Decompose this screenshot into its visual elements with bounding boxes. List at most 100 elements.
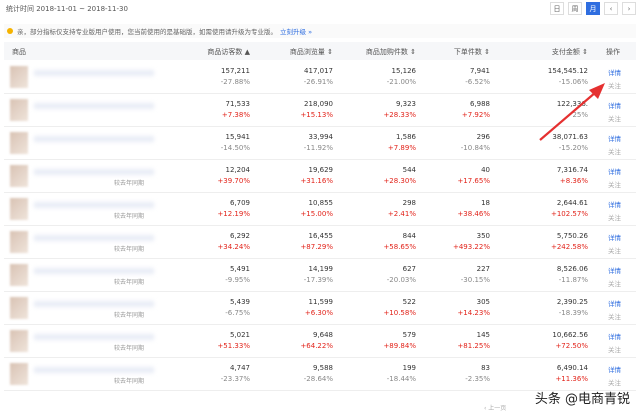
- metric-change: +87.29%: [300, 243, 333, 251]
- metric-value: 33,994: [308, 133, 334, 141]
- detail-link[interactable]: 详情: [608, 166, 621, 176]
- follow-link[interactable]: 关注: [608, 146, 621, 156]
- metric-value: 145: [476, 331, 490, 339]
- detail-link[interactable]: 详情: [608, 265, 621, 275]
- detail-link[interactable]: 详情: [608, 199, 621, 209]
- tab-week[interactable]: 周: [568, 2, 582, 15]
- product-name-blurred: [34, 301, 154, 307]
- detail-link[interactable]: 详情: [608, 298, 621, 308]
- prev-page-button[interactable]: ‹ 上一页: [484, 403, 506, 412]
- table-header: 商品 商品访客数 ▲ 商品浏览量 ⇕ 商品加购件数 ⇕ 下单件数 ⇕ 支付金额 ⇕ 操作: [4, 42, 636, 60]
- product-thumbnail[interactable]: [10, 363, 28, 385]
- metric-change: -23.37%: [220, 375, 250, 383]
- product-thumbnail[interactable]: [10, 264, 28, 286]
- info-icon: [7, 28, 13, 34]
- detail-link[interactable]: 详情: [608, 133, 621, 143]
- metric-cell: 122,336. 25%: [557, 100, 588, 119]
- follow-link[interactable]: 关注: [608, 212, 621, 222]
- product-name-blurred: [34, 367, 154, 373]
- follow-link[interactable]: 关注: [608, 179, 621, 189]
- product-thumbnail[interactable]: [10, 165, 28, 187]
- detail-link[interactable]: 详情: [608, 364, 621, 374]
- compare-label: 较去年同期: [114, 279, 145, 286]
- table-row: 157,211 -27.88% 417,017 -26.91% 15,126 -21.00…: [4, 61, 636, 94]
- metric-change: +11.36%: [555, 375, 588, 383]
- metric-change: -2.35%: [465, 375, 490, 383]
- metric-value: 154,545.12: [547, 67, 588, 75]
- compare-label: 较去年同期: [114, 180, 145, 187]
- row-actions: 详情 关注: [608, 100, 621, 123]
- next-button[interactable]: ›: [622, 2, 636, 15]
- product-thumbnail[interactable]: [10, 99, 28, 121]
- detail-link[interactable]: 详情: [608, 232, 621, 242]
- metric-change: -28.64%: [303, 375, 333, 383]
- upgrade-link[interactable]: 立刻升级 »: [280, 26, 312, 36]
- follow-link[interactable]: 关注: [608, 311, 621, 321]
- product-thumbnail[interactable]: [10, 198, 28, 220]
- column-header[interactable]: 支付金额 ⇕: [552, 47, 588, 57]
- metric-value: 579: [402, 331, 416, 339]
- metric-change: +6.30%: [304, 309, 333, 317]
- metric-value: 10,662.56: [552, 331, 588, 339]
- metric-change: -14.50%: [220, 144, 250, 152]
- row-actions: 详情 关注: [608, 232, 621, 255]
- product-thumbnail[interactable]: [10, 297, 28, 319]
- product-name-blurred: [34, 334, 154, 340]
- metric-cell: 8,526.06 -11.87%: [557, 265, 588, 284]
- metric-cell: 15,126 -21.00%: [387, 67, 416, 86]
- product-thumbnail[interactable]: [10, 330, 28, 352]
- metric-value: 2,390.25: [556, 298, 588, 306]
- row-actions: 详情 关注: [608, 364, 621, 387]
- detail-link[interactable]: 详情: [608, 100, 621, 110]
- metric-cell: 6,709 +12.19%: [217, 199, 250, 218]
- product-thumbnail[interactable]: [10, 66, 28, 88]
- metric-cell: 154,545.12 -15.06%: [548, 67, 588, 86]
- detail-link[interactable]: 详情: [608, 331, 621, 341]
- row-actions: 详情 关注: [608, 331, 621, 354]
- metric-cell: 2,390.25 -18.39%: [557, 298, 588, 317]
- tab-day[interactable]: 日: [550, 2, 564, 15]
- metric-change: +89.84%: [383, 342, 416, 350]
- metric-value: 16,455: [308, 232, 334, 240]
- detail-link[interactable]: 详情: [608, 67, 621, 77]
- column-header[interactable]: 商品浏览量 ⇕: [290, 47, 333, 57]
- product-thumbnail[interactable]: [10, 231, 28, 253]
- table-row: 较去年同期 4,747 -23.37% 9,588 -28.64% 199 -18.44% 8…: [4, 358, 636, 391]
- follow-link[interactable]: 关注: [608, 80, 621, 90]
- tab-month[interactable]: 月: [586, 2, 600, 15]
- follow-link[interactable]: 关注: [608, 278, 621, 288]
- follow-link[interactable]: 关注: [608, 344, 621, 354]
- notice-text: 亲，部分指标仅支持专业版用户使用，您当前使用的是基础版，如需使用请升级为专业版。: [17, 28, 277, 36]
- upgrade-notice: 亲，部分指标仅支持专业版用户使用，您当前使用的是基础版，如需使用请升级为专业版。…: [4, 24, 636, 38]
- metric-value: 350: [476, 232, 490, 240]
- metric-change: -18.44%: [386, 375, 416, 383]
- column-header[interactable]: 下单件数 ⇕: [454, 47, 490, 57]
- metric-change: -15.20%: [558, 144, 588, 152]
- metric-change: +28.30%: [383, 177, 416, 185]
- follow-link[interactable]: 关注: [608, 245, 621, 255]
- column-header[interactable]: 商品加购件数 ⇕: [366, 47, 416, 57]
- product-thumbnail[interactable]: [10, 132, 28, 154]
- follow-link[interactable]: 关注: [608, 377, 621, 387]
- metric-change: -26.91%: [303, 78, 333, 86]
- stat-period: 统计时间 2018-11-01 ~ 2018-11-30: [6, 5, 128, 13]
- metric-value: 18: [481, 199, 490, 207]
- follow-link[interactable]: 关注: [608, 113, 621, 123]
- prev-button[interactable]: ‹: [604, 2, 618, 15]
- metric-value: 544: [402, 166, 416, 174]
- metric-value: 122,336.: [556, 100, 588, 108]
- metric-change: +7.38%: [221, 111, 250, 119]
- column-header[interactable]: 商品访客数 ▲: [207, 47, 250, 57]
- metric-value: 522: [402, 298, 416, 306]
- metric-value: 9,323: [395, 100, 416, 108]
- metric-cell: 2,644.61 +102.57%: [551, 199, 588, 218]
- table-row: 15,941 -14.50% 33,994 -11.92% 1,586 +7.89% 296…: [4, 127, 636, 160]
- metric-change: -10.84%: [460, 144, 490, 152]
- metric-change: +28.33%: [383, 111, 416, 119]
- metric-cell: 218,090 +15.13%: [300, 100, 333, 119]
- metric-value: 11,599: [308, 298, 334, 306]
- metric-cell: 10,662.56 +72.50%: [552, 331, 588, 350]
- metric-cell: 9,588 -28.64%: [304, 364, 333, 383]
- metric-value: 7,941: [469, 67, 490, 75]
- metric-change: -11.92%: [303, 144, 333, 152]
